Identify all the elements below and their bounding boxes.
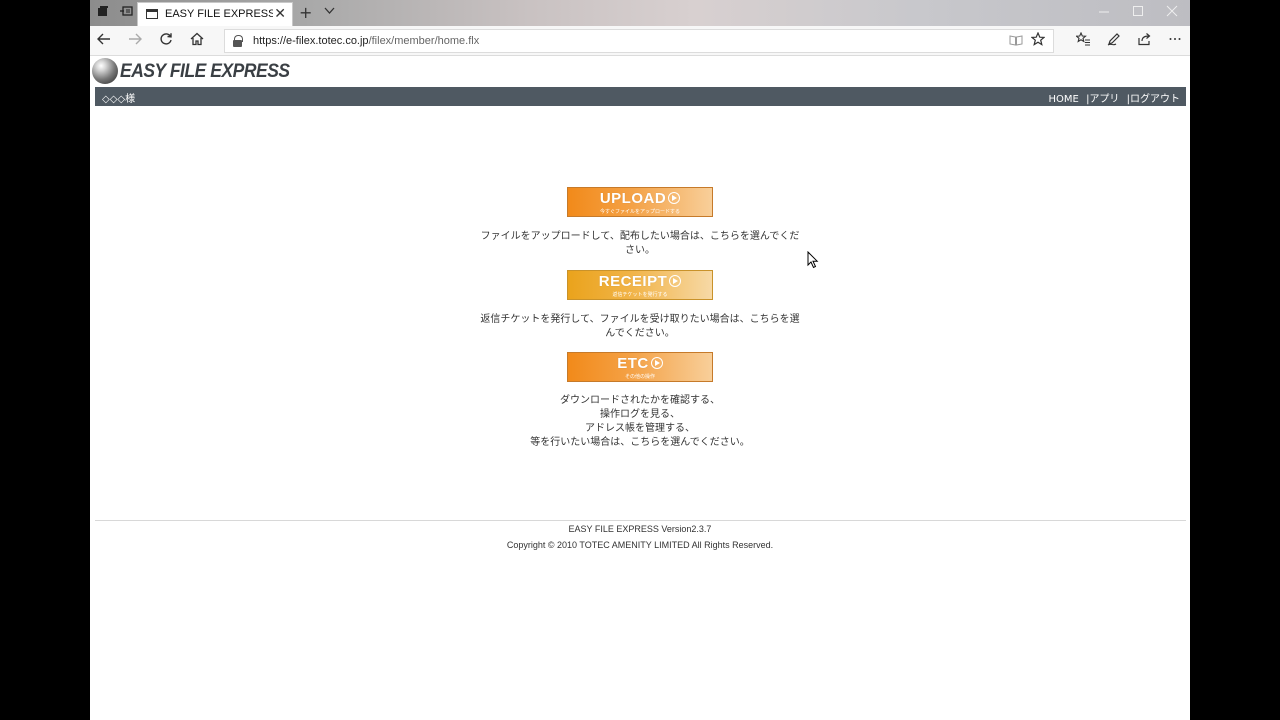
etc-description-line: ダウンロードされたかを確認する、 [560, 395, 720, 406]
navigation-bar: https://e-filex.totec.co.jp/filex/member… [90, 26, 1190, 56]
favorites-hub-icon[interactable] [1072, 31, 1094, 51]
top-links: HOME |アプリ |ログアウト [1049, 90, 1180, 105]
forward-icon[interactable] [124, 31, 146, 51]
etc-description-line: 等を行いたい場合は、こちらを選んでください。 [530, 437, 750, 448]
user-bar: ◇◇◇様 HOME |アプリ |ログアウト [95, 87, 1186, 106]
site-logo[interactable]: EASY FILE EXPRESS [120, 61, 290, 83]
receipt-label: RECEIPT [598, 273, 668, 290]
lock-icon [233, 35, 243, 47]
footer-copyright: Copyright © 2010 TOTEC AMENITY LIMITED A… [506, 540, 774, 550]
receipt-button[interactable]: RECEIPT 返信チケットを発行する [567, 270, 713, 300]
user-name: ◇◇◇様 [102, 94, 136, 105]
footer-divider [95, 520, 1186, 521]
new-tab-icon[interactable]: + [299, 3, 312, 22]
back-icon[interactable] [93, 31, 115, 51]
logo-sphere-icon [92, 58, 118, 84]
etc-description-line: 操作ログを見る、 [600, 409, 680, 420]
etc-description: ダウンロードされたかを確認する、 操作ログを見る、 アドレス帳を管理する、 等を… [480, 394, 800, 450]
footer-version: EASY FILE EXPRESS Version2.3.7 [568, 524, 712, 534]
tab-list-icon[interactable] [324, 5, 335, 18]
etc-sublabel: その他の操作 [624, 374, 655, 380]
favorite-star-icon[interactable] [1030, 31, 1046, 50]
set-aside-tabs-icon[interactable] [116, 4, 136, 22]
reading-view-icon[interactable] [1009, 34, 1023, 50]
home-icon[interactable] [186, 31, 208, 51]
upload-button[interactable]: UPLOAD 今すぐファイルをアップロードする [567, 187, 713, 217]
etc-description-line: アドレス帳を管理する、 [585, 423, 695, 434]
more-icon[interactable] [1164, 31, 1186, 51]
active-tab[interactable]: EASY FILE EXPRESS_HOI ✕ [137, 2, 293, 26]
receipt-sublabel: 返信チケットを発行する [612, 292, 668, 298]
refresh-icon[interactable] [155, 31, 177, 51]
etc-label: ETC [617, 355, 649, 372]
etc-button[interactable]: ETC その他の操作 [567, 352, 713, 382]
upload-sublabel: 今すぐファイルをアップロードする [599, 209, 680, 215]
tab-title: EASY FILE EXPRESS_HOI [165, 8, 273, 20]
mouse-cursor-icon [807, 250, 819, 273]
tab-actions-icon[interactable] [93, 4, 113, 22]
play-icon [668, 192, 681, 204]
logout-link[interactable]: ログアウト [1130, 94, 1180, 105]
upload-description: ファイルをアップロードして、配布したい場合は、こちらを選んでください。 [480, 231, 800, 256]
tab-page-icon [146, 9, 158, 19]
share-icon[interactable] [1133, 31, 1155, 51]
home-link[interactable]: HOME [1049, 94, 1079, 105]
tab-strip: EASY FILE EXPRESS_HOI ✕ + [90, 0, 1190, 26]
minimize-button[interactable] [1098, 5, 1110, 21]
address-bar[interactable]: https://e-filex.totec.co.jp/filex/member… [224, 29, 1054, 53]
pen-icon[interactable] [1103, 31, 1125, 51]
apps-link[interactable]: アプリ [1089, 94, 1119, 105]
receipt-description: 返信チケットを発行して、ファイルを受け取りたい場合は、こちらを選んでください。 [480, 314, 800, 339]
play-icon [650, 357, 663, 369]
play-icon [669, 275, 682, 287]
maximize-button[interactable] [1132, 5, 1144, 21]
upload-label: UPLOAD [599, 190, 667, 207]
browser-window: EASY FILE EXPRESS_HOI ✕ + [90, 0, 1190, 720]
url-text[interactable]: https://e-filex.totec.co.jp/filex/member… [253, 35, 479, 47]
close-window-button[interactable] [1166, 5, 1178, 21]
close-icon[interactable]: ✕ [274, 6, 286, 22]
